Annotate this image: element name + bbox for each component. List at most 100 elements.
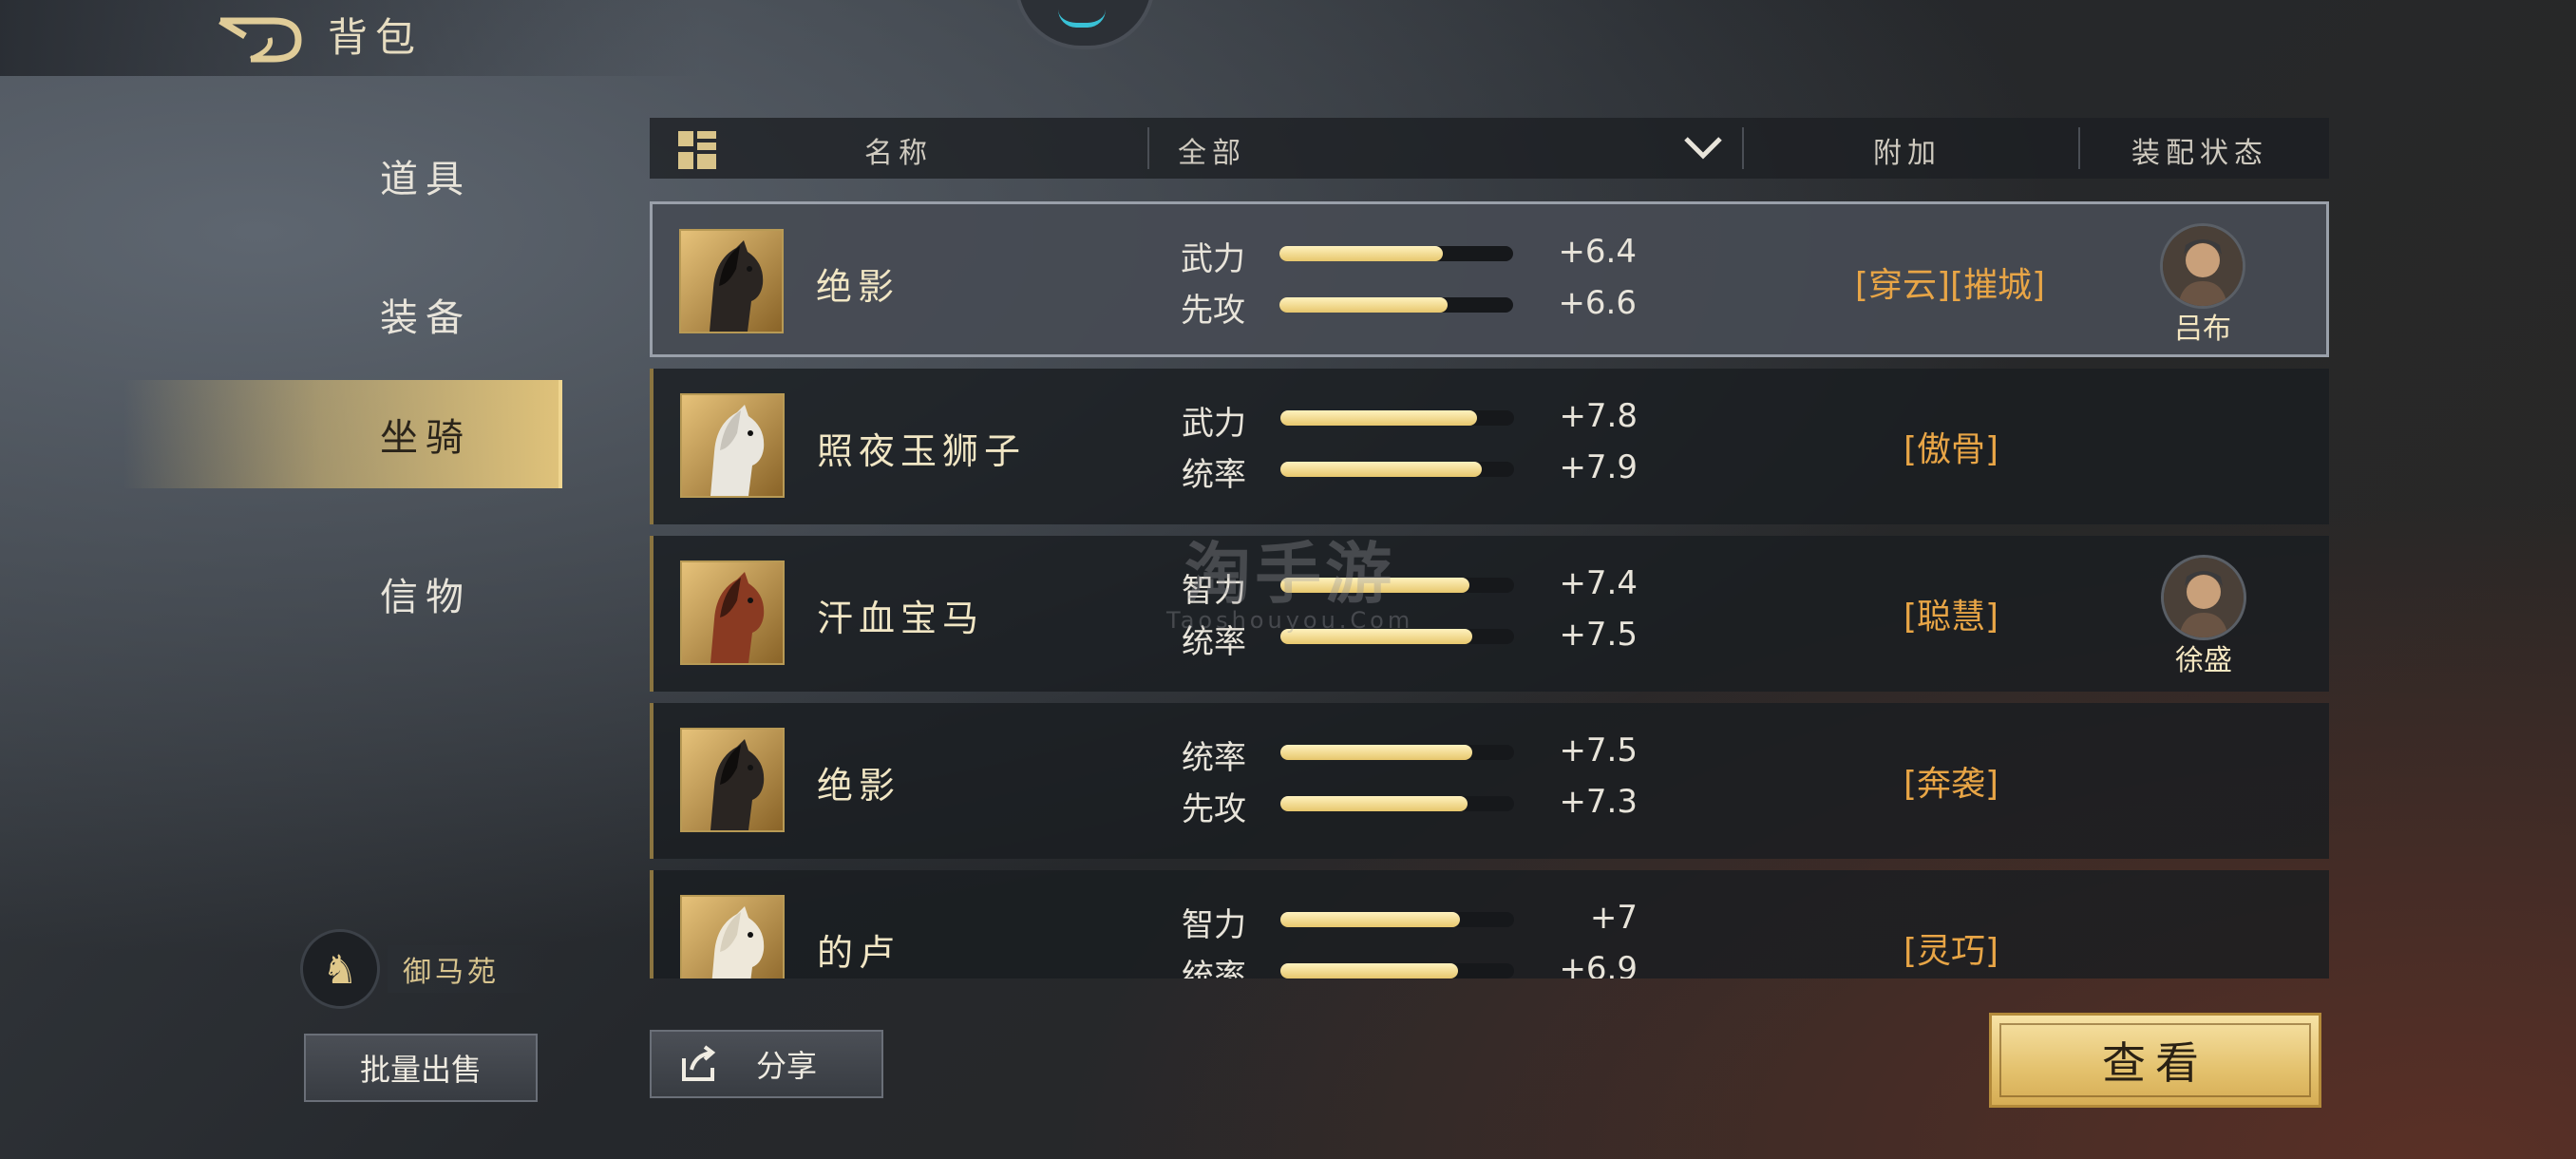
stat-bar <box>1279 297 1513 313</box>
stat-bar <box>1280 912 1514 927</box>
stat-name: 武力 <box>1182 405 1246 443</box>
mount-portrait <box>680 560 785 665</box>
header-divider <box>2078 127 2080 169</box>
mount-name: 汗血宝马 <box>817 598 985 639</box>
filter-dropdown-value[interactable]: 全部 <box>1178 129 1246 171</box>
sidebar-item-mounts[interactable]: 坐骑 <box>123 380 562 488</box>
bonus-tags: [灵巧] <box>1903 932 1999 971</box>
sidebar-item-label: 坐骑 <box>380 416 471 460</box>
view-button[interactable]: 查看 <box>1989 1013 2321 1108</box>
stat-name: 统率 <box>1182 958 1246 978</box>
stat-value: +7.3 <box>1559 783 1638 821</box>
column-equip-status: 装配状态 <box>2131 137 2268 170</box>
stat-line: 武力 +7.8 <box>1182 397 1638 443</box>
mount-portrait <box>679 229 784 333</box>
header-divider <box>1147 127 1149 169</box>
stat-bar-fill <box>1280 578 1469 593</box>
stat-value: +7.5 <box>1559 732 1638 770</box>
equipped-hero[interactable]: 吕布 <box>2146 223 2260 347</box>
hero-avatar <box>2161 555 2246 640</box>
mount-list-panel: 名称 全部 附加 装配状态 绝影 武力 +6.4 先攻 +6.6 [穿云][摧城… <box>650 118 2329 978</box>
sidebar-item-label: 道具 <box>380 158 471 201</box>
top-pull-handle[interactable] <box>1014 0 1155 49</box>
mount-row[interactable]: 照夜玉狮子 武力 +7.8 统率 +7.9 [傲骨] <box>650 369 2329 524</box>
stat-name: 智力 <box>1182 572 1246 610</box>
stat-line: 智力 +7 <box>1182 899 1638 944</box>
stat-bar <box>1280 796 1514 811</box>
stat-bar-fill <box>1280 745 1472 760</box>
mount-name: 绝影 <box>817 765 901 807</box>
stat-name: 先攻 <box>1182 790 1246 828</box>
mount-row[interactable]: 绝影 统率 +7.5 先攻 +7.3 [奔袭] <box>650 703 2329 859</box>
hero-avatar <box>2160 223 2245 309</box>
stat-bar <box>1280 629 1514 644</box>
stat-line: 先攻 +6.6 <box>1181 284 1637 330</box>
stat-value: +7.8 <box>1559 397 1638 435</box>
stable-label: 御马苑 <box>388 945 545 993</box>
table-header: 名称 全部 附加 装配状态 <box>650 118 2329 179</box>
mount-name: 的卢 <box>817 932 901 974</box>
page-title: 背包 <box>328 14 424 61</box>
stat-name: 统率 <box>1182 456 1246 494</box>
mount-portrait <box>680 393 785 498</box>
stat-value: +7.5 <box>1559 616 1638 654</box>
share-label: 分享 <box>756 1048 818 1084</box>
sidebar-item-label: 装备 <box>380 296 471 340</box>
stat-bar-fill <box>1280 963 1458 978</box>
bulk-sell-button[interactable]: 批量出售 <box>304 1034 538 1102</box>
mount-row[interactable]: 的卢 智力 +7 统率 +6.9 [灵巧] <box>650 870 2329 978</box>
header-divider <box>1742 127 1744 169</box>
stat-line: 武力 +6.4 <box>1181 233 1637 278</box>
stat-bar-fill <box>1280 410 1477 426</box>
stat-value: +7.4 <box>1559 564 1638 602</box>
view-toggle-icon[interactable] <box>678 131 716 169</box>
sidebar-item-tokens[interactable]: 信物 <box>123 540 562 648</box>
stat-bar-fill <box>1280 629 1472 644</box>
stat-bar <box>1280 578 1514 593</box>
stat-value: +7 <box>1589 899 1638 937</box>
mount-portrait <box>680 895 785 978</box>
share-button[interactable]: 分享 <box>650 1030 883 1098</box>
stat-bar <box>1280 462 1514 477</box>
back-arrow-icon[interactable] <box>217 13 304 63</box>
mount-portrait <box>680 728 785 832</box>
stat-line: 统率 +7.9 <box>1182 448 1638 494</box>
stat-value: +6.4 <box>1558 233 1637 271</box>
mount-name: 绝影 <box>816 266 900 308</box>
mount-name: 照夜玉狮子 <box>817 430 1027 472</box>
stat-name: 先攻 <box>1181 292 1245 330</box>
view-label: 查看 <box>2102 1037 2208 1089</box>
stat-bar <box>1280 410 1514 426</box>
mount-row[interactable]: 绝影 武力 +6.4 先攻 +6.6 [穿云][摧城] 吕布 <box>650 201 2329 357</box>
sidebar-item-items[interactable]: 道具 <box>123 122 562 230</box>
stat-name: 统率 <box>1182 623 1246 661</box>
stat-bar <box>1280 745 1514 760</box>
column-name[interactable]: 名称 <box>864 129 933 171</box>
horse-icon: ♞ <box>300 929 380 1009</box>
bonus-tags: [傲骨] <box>1903 430 1999 469</box>
stat-name: 武力 <box>1181 240 1245 278</box>
stat-line: 统率 +6.9 <box>1182 950 1638 978</box>
stat-value: +6.9 <box>1559 950 1638 978</box>
hero-name: 徐盛 <box>2175 644 2232 677</box>
stat-bar-fill <box>1280 796 1468 811</box>
mount-row[interactable]: 汗血宝马 智力 +7.4 统率 +7.5 [聪慧] 徐盛 <box>650 536 2329 692</box>
bonus-tags: [奔袭] <box>1903 765 1999 804</box>
mount-rows: 绝影 武力 +6.4 先攻 +6.6 [穿云][摧城] 吕布 照夜玉狮子 武力 … <box>650 201 2329 978</box>
sidebar-item-equipment[interactable]: 装备 <box>123 260 562 369</box>
stat-name: 智力 <box>1182 906 1246 944</box>
share-icon <box>682 1045 716 1081</box>
stat-bar-fill <box>1279 246 1443 261</box>
stat-line: 统率 +7.5 <box>1182 616 1638 661</box>
equipped-hero[interactable]: 徐盛 <box>2147 555 2261 678</box>
stable-entry[interactable]: ♞ 御马苑 <box>300 929 545 1009</box>
stat-line: 统率 +7.5 <box>1182 732 1638 777</box>
stat-bar <box>1280 963 1514 978</box>
stat-bar <box>1279 246 1513 261</box>
stat-line: 智力 +7.4 <box>1182 564 1638 610</box>
stat-line: 先攻 +7.3 <box>1182 783 1638 828</box>
bonus-tags: [穿云][摧城] <box>1854 266 2046 305</box>
stat-bar-fill <box>1280 912 1460 927</box>
hero-name: 吕布 <box>2174 313 2231 346</box>
chevron-down-icon[interactable] <box>1683 135 1723 162</box>
